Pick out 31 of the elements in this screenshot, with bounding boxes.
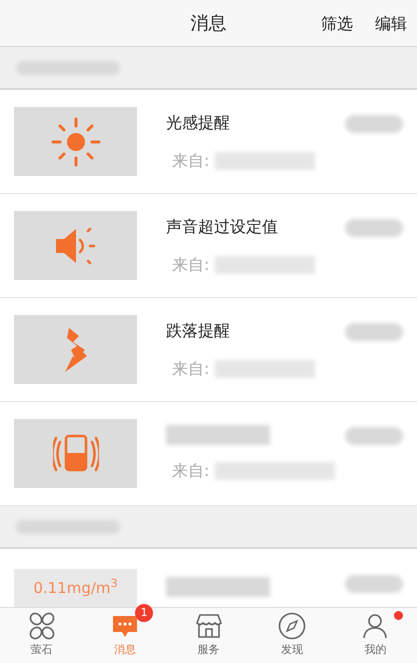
- message-title: 光感提醒: [166, 112, 231, 134]
- source-label: 来自:: [172, 150, 210, 172]
- message-row[interactable]: 光感提醒 来自:: [0, 90, 417, 194]
- lightning-icon: [62, 328, 88, 372]
- message-row[interactable]: 声音超过设定值 来自:: [0, 194, 417, 298]
- sun-icon: [50, 116, 100, 166]
- vibrating-phone-icon: [52, 434, 98, 474]
- source-label: 来自:: [172, 358, 210, 380]
- source-label: 来自:: [172, 460, 210, 482]
- tab-button[interactable]: 服务: [166, 608, 250, 663]
- storefront-icon: [194, 612, 223, 640]
- message-title: 跌落提醒: [166, 320, 231, 342]
- redacted-block: [345, 427, 403, 445]
- source-label: 来自:: [172, 254, 210, 276]
- filter-button[interactable]: 筛选: [321, 12, 353, 36]
- compass-icon: [278, 612, 306, 640]
- message-row[interactable]: 跌落提醒 来自:: [0, 298, 417, 402]
- petals-icon: [28, 612, 56, 640]
- redacted-block: [345, 575, 403, 593]
- tab-button[interactable]: 我的: [334, 608, 417, 663]
- message-title: 声音超过设定值: [166, 216, 279, 238]
- redacted-block: [345, 219, 403, 237]
- person-icon: [361, 612, 390, 640]
- page-title: 消息: [190, 12, 226, 36]
- edit-button[interactable]: 编辑: [375, 12, 407, 36]
- redacted-block: [345, 115, 403, 133]
- tab-button[interactable]: 萤石: [0, 608, 84, 663]
- speaker-icon: [54, 224, 98, 266]
- reading-value: 0.11mg/m$^{3}$: [33, 577, 118, 599]
- redacted-block: [345, 323, 403, 341]
- tab-button[interactable]: 发现: [250, 608, 334, 663]
